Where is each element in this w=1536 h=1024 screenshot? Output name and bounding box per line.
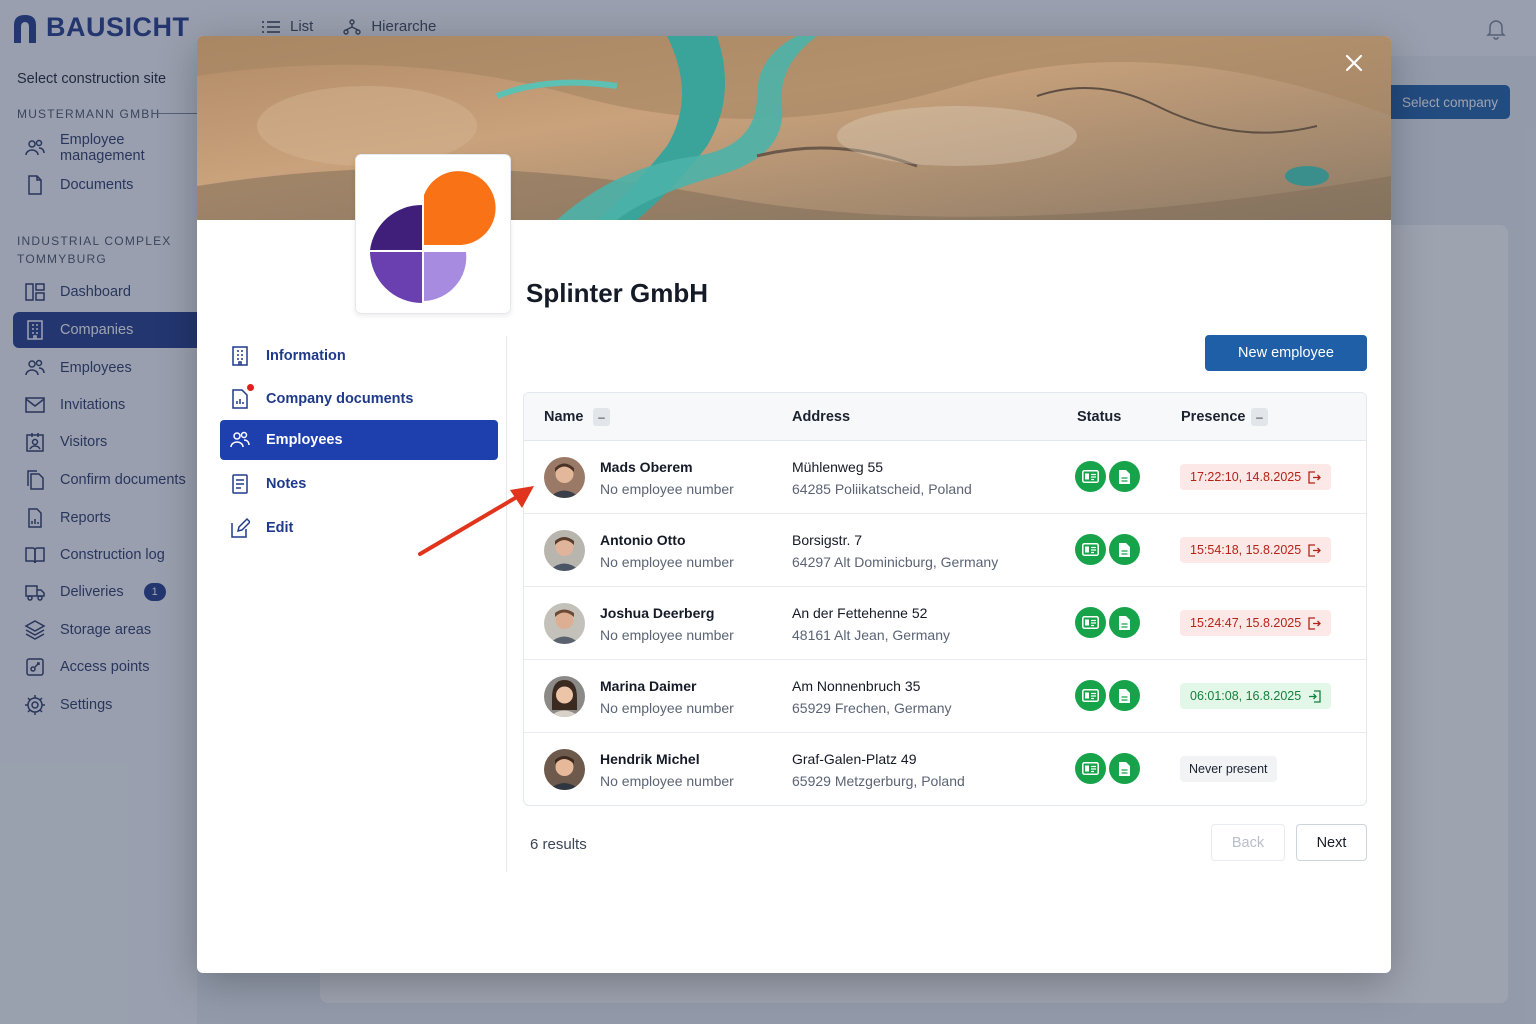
id-card-status-icon[interactable] xyxy=(1075,607,1106,638)
users-icon xyxy=(230,431,250,448)
employee-number: No employee number xyxy=(600,481,734,497)
logout-icon xyxy=(1308,616,1322,630)
employee-number: No employee number xyxy=(600,700,734,716)
presence-time: 06:01:08, 16.8.2025 xyxy=(1190,689,1302,703)
close-icon[interactable] xyxy=(1343,52,1365,74)
presence-time: Never present xyxy=(1189,762,1268,776)
header-name[interactable]: Name xyxy=(544,409,584,425)
document-status-icon[interactable] xyxy=(1109,680,1140,711)
address-city: 64297 Alt Dominicburg, Germany xyxy=(792,554,999,570)
notes-icon xyxy=(232,474,248,494)
document-status-icon[interactable] xyxy=(1109,534,1140,565)
logout-icon xyxy=(1308,543,1322,557)
results-count: 6 results xyxy=(530,836,587,853)
presence-badge: 15:24:47, 15.8.2025 xyxy=(1180,610,1332,636)
table-row[interactable]: Hendrik Michel No employee number Graf-G… xyxy=(524,733,1366,805)
presence-badge: 06:01:08, 16.8.2025 xyxy=(1180,683,1332,709)
company-logo xyxy=(355,154,511,314)
divider xyxy=(506,336,507,872)
nav-employees[interactable]: Employees xyxy=(220,420,498,460)
sort-toggle-name[interactable]: – xyxy=(593,408,610,426)
address-city: 64285 Poliikatscheid, Poland xyxy=(792,481,972,497)
sort-toggle-presence[interactable]: – xyxy=(1251,408,1268,426)
building-icon xyxy=(232,346,248,366)
annotation-arrow-icon xyxy=(418,486,534,556)
id-card-status-icon[interactable] xyxy=(1075,753,1106,784)
document-status-icon[interactable] xyxy=(1109,461,1140,492)
presence-time: 17:22:10, 14.8.2025 xyxy=(1190,470,1302,484)
employee-name: Hendrik Michel xyxy=(600,751,700,767)
address-city: 65929 Frechen, Germany xyxy=(792,700,952,716)
presence-badge: 15:54:18, 15.8.2025 xyxy=(1180,537,1332,563)
employee-number: No employee number xyxy=(600,554,734,570)
address-street: Graf-Galen-Platz 49 xyxy=(792,751,917,767)
company-logo-icon xyxy=(370,171,496,303)
next-button[interactable]: Next xyxy=(1296,824,1367,861)
login-icon xyxy=(1309,689,1321,703)
avatar xyxy=(544,676,585,717)
document-chart-icon xyxy=(232,389,248,409)
nav-label: Company documents xyxy=(266,391,414,407)
address-street: Mühlenweg 55 xyxy=(792,459,884,475)
nav-label: Information xyxy=(266,348,346,364)
employee-name: Antonio Otto xyxy=(600,532,686,548)
nav-information[interactable]: Information xyxy=(220,336,498,376)
table-row[interactable]: Marina Daimer No employee number Am Nonn… xyxy=(524,660,1366,733)
nav-label: Edit xyxy=(266,520,294,536)
employees-table: Name – Address Status Presence – Mads Ob… xyxy=(523,392,1367,806)
new-employee-button[interactable]: New employee xyxy=(1205,335,1367,371)
id-card-status-icon[interactable] xyxy=(1075,534,1106,565)
address-city: 65929 Metzgerburg, Poland xyxy=(792,773,965,789)
header-presence[interactable]: Presence xyxy=(1181,409,1246,425)
company-modal: Splinter GmbH Information Company docume… xyxy=(197,36,1391,973)
employee-number: No employee number xyxy=(600,627,734,643)
address-street: Am Nonnenbruch 35 xyxy=(792,678,921,694)
header-status: Status xyxy=(1077,409,1122,425)
employee-name: Joshua Deerberg xyxy=(600,605,715,621)
nav-label: Notes xyxy=(266,476,307,492)
address-city: 48161 Alt Jean, Germany xyxy=(792,627,950,643)
address-street: An der Fettehenne 52 xyxy=(792,605,928,621)
employee-name: Marina Daimer xyxy=(600,678,697,694)
employee-number: No employee number xyxy=(600,773,734,789)
address-street: Borsigstr. 7 xyxy=(792,532,863,548)
id-card-status-icon[interactable] xyxy=(1075,461,1106,492)
table-row[interactable]: Antonio Otto No employee number Borsigst… xyxy=(524,514,1366,587)
notification-dot xyxy=(247,384,254,391)
presence-badge: 17:22:10, 14.8.2025 xyxy=(1180,464,1332,490)
table-header: Name – Address Status Presence – xyxy=(524,393,1366,441)
employee-name: Mads Oberem xyxy=(600,459,693,475)
presence-badge: Never present xyxy=(1180,756,1277,782)
table-row[interactable]: Mads Oberem No employee number Mühlenweg… xyxy=(524,441,1366,514)
logout-icon xyxy=(1308,470,1322,484)
table-row[interactable]: Joshua Deerberg No employee number An de… xyxy=(524,587,1366,660)
document-status-icon[interactable] xyxy=(1109,753,1140,784)
presence-time: 15:24:47, 15.8.2025 xyxy=(1190,616,1302,630)
company-name: Splinter GmbH xyxy=(526,278,709,308)
document-status-icon[interactable] xyxy=(1109,607,1140,638)
edit-icon xyxy=(231,517,250,538)
nav-label: Employees xyxy=(266,432,343,448)
avatar xyxy=(544,749,585,790)
presence-time: 15:54:18, 15.8.2025 xyxy=(1190,543,1302,557)
back-button[interactable]: Back xyxy=(1211,824,1285,861)
id-card-status-icon[interactable] xyxy=(1075,680,1106,711)
avatar xyxy=(544,603,585,644)
nav-company-documents[interactable]: Company documents xyxy=(220,379,498,419)
header-address: Address xyxy=(792,409,851,425)
